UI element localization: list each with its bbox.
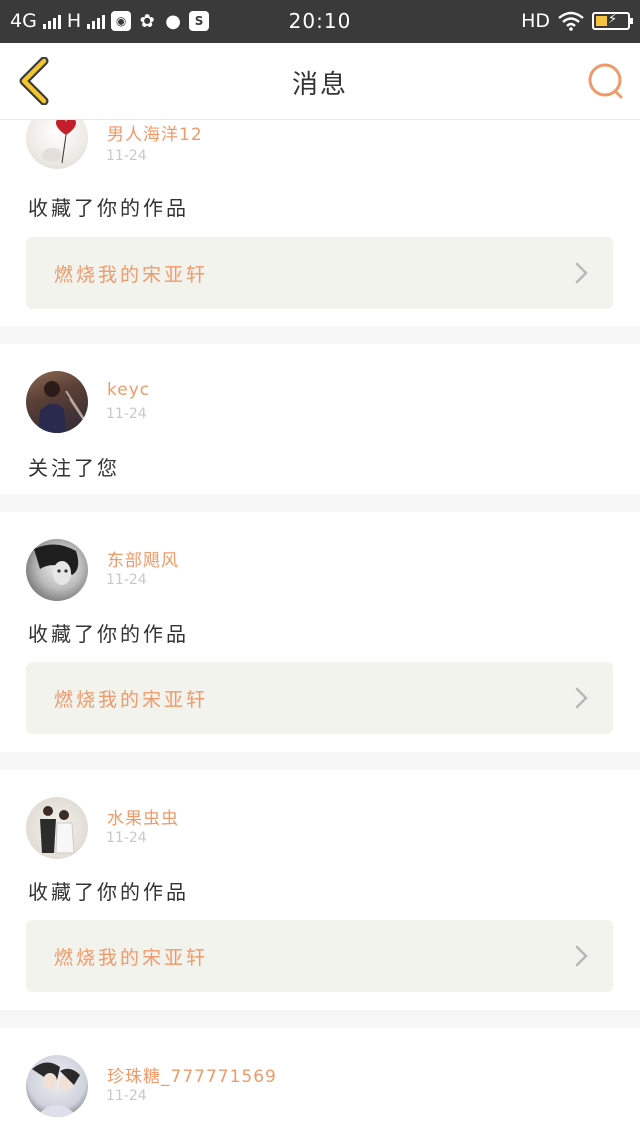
username[interactable]: 水果虫虫	[107, 804, 179, 829]
status-right: HD ⚡	[521, 10, 633, 32]
work-link[interactable]: 燃烧我的宋亚轩	[26, 662, 613, 734]
couple-photo	[32, 1062, 80, 1117]
action-text: 收藏了你的作品	[28, 196, 189, 220]
wifi-icon	[558, 11, 584, 31]
action-text: 收藏了你的作品	[28, 622, 189, 646]
person-photo	[34, 544, 79, 585]
avatar[interactable]	[26, 371, 88, 433]
avatar[interactable]	[26, 1055, 88, 1117]
chevron-right-icon	[575, 945, 588, 967]
page-title: 消息	[291, 70, 348, 100]
search-icon[interactable]	[586, 61, 626, 101]
status-bar: 4G H ◉ ✿ ● S 20:10 HD ⚡	[0, 0, 640, 43]
work-link[interactable]: 燃烧我的宋亚轩	[26, 920, 613, 992]
action-text: 收藏了你的作品	[28, 880, 189, 904]
avatar[interactable]	[26, 120, 88, 169]
message-date: 11-24	[106, 572, 147, 588]
avatar[interactable]	[26, 797, 88, 859]
username[interactable]: 男人海洋12	[107, 120, 203, 145]
message-card: keyc 11-24 关注了您	[0, 344, 640, 494]
work-link[interactable]: 燃烧我的宋亚轩	[26, 237, 613, 309]
message-date: 11-24	[106, 148, 147, 164]
message-card: 男人海洋12 11-24 收藏了你的作品 燃烧我的宋亚轩	[0, 120, 640, 326]
heart-balloon-icon	[42, 120, 76, 164]
message-date: 11-24	[106, 830, 147, 846]
username[interactable]: 东部飓风	[107, 546, 179, 571]
username[interactable]: keyc	[107, 380, 150, 400]
battery-icon: ⚡	[592, 12, 633, 30]
work-title: 燃烧我的宋亚轩	[54, 947, 209, 969]
message-card: 东部飓风 11-24 收藏了你的作品 燃烧我的宋亚轩	[0, 512, 640, 752]
chevron-right-icon	[575, 262, 588, 284]
message-date: 11-24	[106, 406, 147, 422]
message-feed[interactable]: 男人海洋12 11-24 收藏了你的作品 燃烧我的宋亚轩 keyc 11-24 …	[0, 120, 640, 1138]
message-card: 珍珠糖_777771569 11-24	[0, 1028, 640, 1138]
chevron-right-icon	[575, 687, 588, 709]
username[interactable]: 珍珠糖_777771569	[107, 1062, 277, 1087]
work-title: 燃烧我的宋亚轩	[54, 264, 209, 286]
work-title: 燃烧我的宋亚轩	[54, 689, 209, 711]
hd-indicator: HD	[521, 10, 550, 32]
top-nav-bar: 消息	[0, 43, 640, 120]
action-text: 关注了您	[28, 456, 120, 480]
message-card: 水果虫虫 11-24 收藏了你的作品 燃烧我的宋亚轩	[0, 770, 640, 1010]
message-date: 11-24	[106, 1088, 147, 1104]
couple-photo	[40, 806, 75, 854]
person-photo	[38, 381, 87, 433]
avatar[interactable]	[26, 539, 88, 601]
